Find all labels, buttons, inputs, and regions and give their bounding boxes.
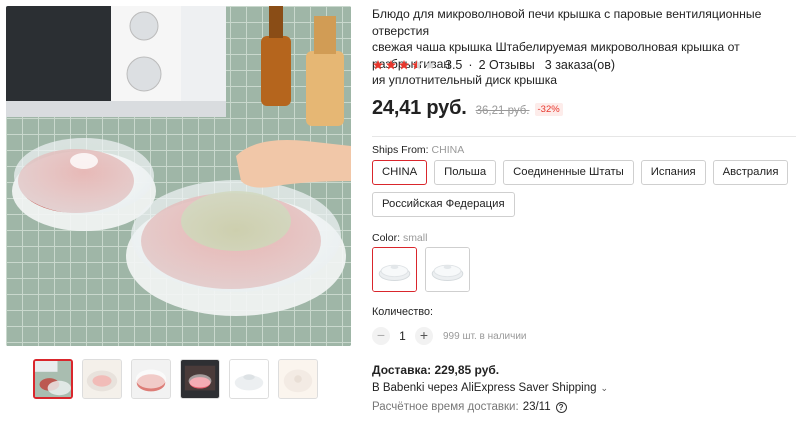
reviews-link[interactable]: 2 Отзывы [479, 58, 535, 72]
thumbnail-5[interactable] [229, 359, 269, 399]
ships-from-option[interactable]: Соединенные Штаты [503, 160, 634, 185]
color-value: small [402, 232, 428, 244]
color-swatch-small[interactable] [372, 247, 417, 292]
thumbnail-1[interactable] [33, 359, 73, 399]
current-price: 24,41 руб. [372, 97, 467, 119]
shipping-method-text: В Babenki через AliExpress Saver Shippin… [372, 382, 597, 394]
ships-from-option[interactable]: Польша [434, 160, 497, 185]
orders-count: 3 заказа(ов) [544, 58, 616, 72]
rating-stars [372, 59, 436, 71]
star-icon [399, 60, 409, 70]
ships-from-value: CHINA [431, 144, 465, 156]
ships-from-option[interactable]: Австралия [712, 160, 789, 185]
quantity-value[interactable]: 1 [390, 329, 415, 343]
main-product-photo[interactable] [6, 6, 351, 346]
original-price: 36,21 руб. [475, 105, 530, 117]
thumbnail-4[interactable] [180, 359, 220, 399]
color-label: Color: small [372, 232, 427, 244]
color-swatch-large[interactable] [425, 247, 470, 292]
ships-from-label: Ships From: CHINA [372, 144, 464, 156]
rating-value: 3.5 [445, 58, 463, 72]
ships-from-option[interactable]: CHINA [372, 160, 428, 185]
shipping-method-selector[interactable]: В Babenki через AliExpress Saver Shippin… [372, 382, 608, 394]
ships-from-caption: Ships From: [372, 144, 429, 156]
thumbnail-6[interactable] [278, 359, 318, 399]
stock-availability: 999 шт. в наличии [443, 330, 527, 342]
price-row: 24,41 руб. 36,21 руб. -32% [372, 97, 563, 120]
ships-from-option[interactable]: Российская Федерация [372, 192, 515, 217]
star-icon [425, 60, 435, 70]
color-caption: Color: [372, 232, 401, 244]
quantity-label: Количество: [372, 306, 433, 318]
star-icon [373, 60, 383, 70]
quantity-minus-button[interactable]: − [372, 327, 390, 345]
star-icon [386, 60, 396, 70]
rating-separator: · [468, 58, 473, 72]
ships-from-options: CHINA Польша Соединенные Штаты Испания Австр… [372, 160, 796, 217]
thumbnail-2[interactable] [82, 359, 122, 399]
eta-label: Расчётное время доставки: [372, 401, 519, 413]
delivery-eta: Расчётное время доставки: 23/11 ? [372, 401, 567, 413]
quantity-stepper: − 1 + 999 шт. в наличии [372, 327, 527, 345]
product-title: Блюдо для микроволновой печи крышка с па… [372, 7, 762, 88]
quantity-plus-button[interactable]: + [415, 327, 433, 345]
divider [372, 136, 796, 137]
help-circle-icon[interactable]: ? [555, 401, 567, 413]
color-swatches [372, 247, 470, 292]
chevron-down-icon: ⌄ [600, 382, 609, 393]
thumbnail-3[interactable] [131, 359, 171, 399]
eta-value: 23/11 [522, 401, 551, 413]
star-icon [412, 60, 422, 70]
discount-badge: -32% [534, 103, 563, 116]
delivery-cost: Доставка: 229,85 руб. [372, 363, 500, 377]
ships-from-option[interactable]: Испания [640, 160, 706, 185]
thumbnail-strip [33, 359, 318, 399]
rating-row: 3.5 · 2 Отзывы 3 заказа(ов) [372, 58, 615, 72]
